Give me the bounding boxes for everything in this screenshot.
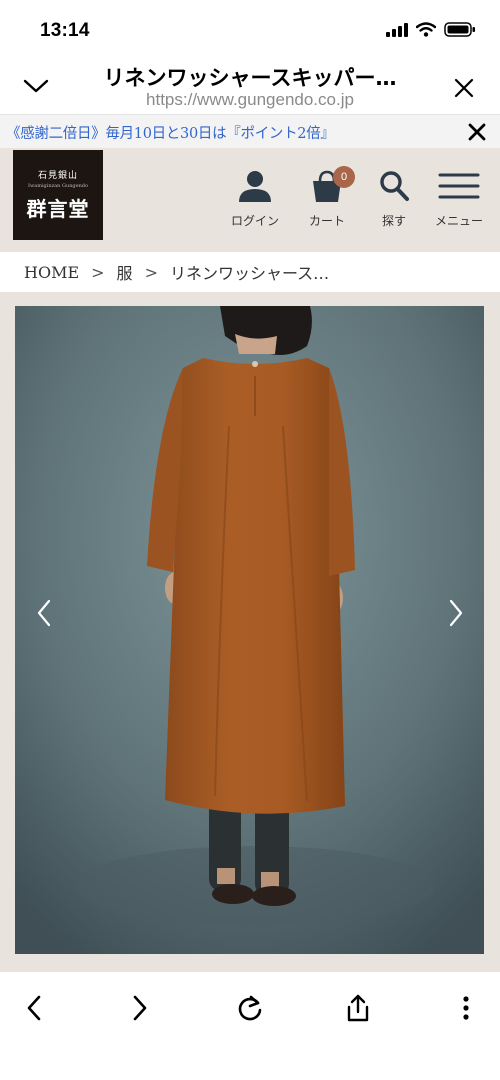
share-button[interactable] [340,990,376,1026]
site-header: 石見銀山 Iwamiginzan Gungendo 群言堂 ログイン 0 カート… [0,148,500,252]
logo-subtitle: 石見銀山 [37,171,78,181]
breadcrumb-home[interactable]: HOME [24,263,79,282]
reload-icon [238,995,262,1021]
nav-menu-label: メニュー [434,214,483,228]
more-button[interactable] [448,990,484,1026]
breadcrumb: HOME > 服 > リネンワッシャース… [24,260,329,284]
nav-cart[interactable]: 0 カート [297,166,357,229]
announcement-text[interactable]: 《感謝二倍日》毎月10日と30日は『ポイント2倍』 [6,122,335,143]
browser-header: リネンワッシャースキッパー… https://www.gungendo.co.j… [0,56,500,114]
announcement-close-icon[interactable] [468,123,486,141]
product-gallery [0,292,500,972]
search-icon [380,171,409,201]
page-title: リネンワッシャースキッパー… [103,66,397,90]
breadcrumb-clothing[interactable]: 服 [117,260,133,284]
logo-wordmark: 群言堂 [26,197,90,221]
browser-toolbar [0,972,500,1080]
nav-login[interactable]: ログイン [225,168,285,229]
nav-menu[interactable]: メニュー [429,168,489,229]
breadcrumb-separator: > [91,262,105,282]
forward-button[interactable] [122,990,158,1026]
page-url[interactable]: https://www.gungendo.co.jp [72,90,428,110]
back-icon [27,995,41,1021]
forward-icon [133,995,147,1021]
back-button[interactable] [16,990,52,1026]
logo-romaji: Iwamiginzan Gungendo [27,183,89,189]
nav-search[interactable]: 探す [364,168,424,229]
nav-cart-label: カート [308,214,345,228]
close-icon[interactable] [454,78,474,98]
signal-icon [386,22,408,37]
more-icon [463,996,469,1020]
nav-search-label: 探す [381,214,406,228]
announcement-bar: 《感謝二倍日》毎月10日と30日は『ポイント2倍』 [0,114,500,148]
gallery-next-arrow[interactable] [446,598,466,628]
status-bar: 13:14 [0,0,500,56]
status-icons [386,22,476,37]
gallery-prev-arrow[interactable] [34,598,54,628]
share-icon [347,994,369,1022]
user-icon [239,171,271,202]
status-time: 13:14 [40,20,90,41]
site-logo[interactable]: 石見銀山 Iwamiginzan Gungendo 群言堂 [13,150,103,240]
breadcrumb-separator: > [144,262,158,282]
wifi-icon [416,22,436,37]
battery-icon [444,22,475,37]
reload-button[interactable] [232,990,268,1026]
product-image[interactable] [15,306,484,954]
hamburger-menu-icon [438,173,480,199]
cart-count-badge: 0 [333,166,355,188]
nav-login-label: ログイン [230,214,279,228]
breadcrumb-current: リネンワッシャース… [169,264,330,283]
chevron-down-icon[interactable] [22,76,50,96]
breadcrumb-bar: HOME > 服 > リネンワッシャース… [0,252,500,292]
